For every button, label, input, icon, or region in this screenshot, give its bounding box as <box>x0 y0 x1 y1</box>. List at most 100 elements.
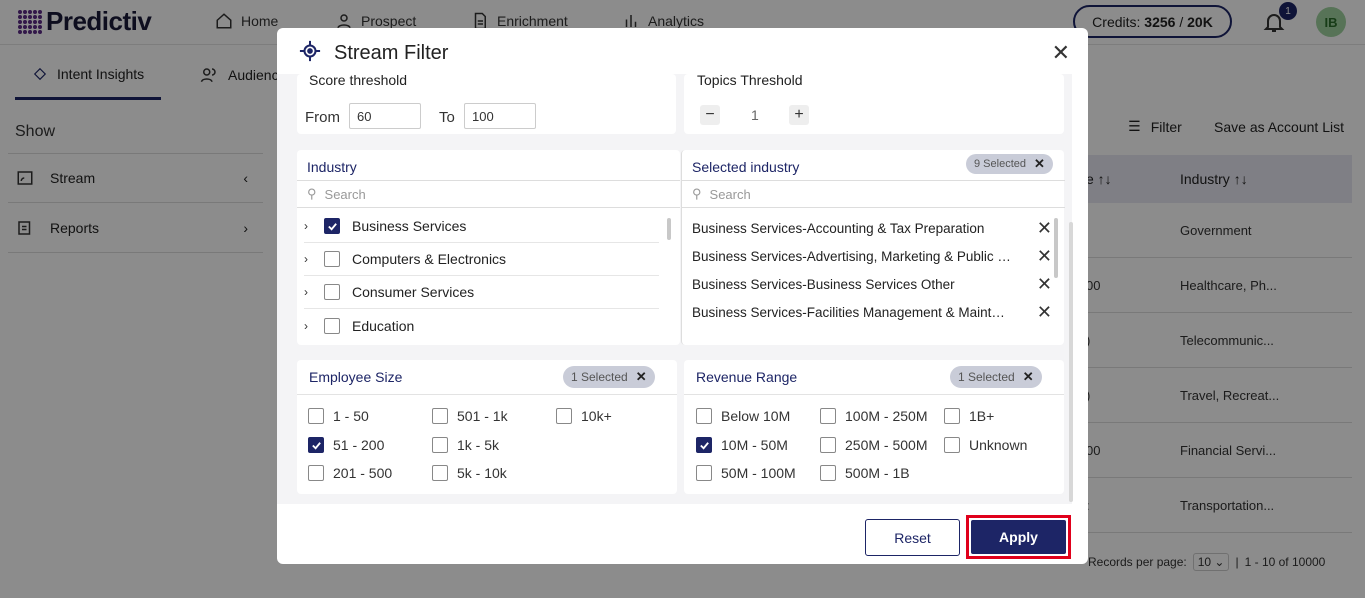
from-label: From <box>305 109 340 126</box>
selected-industry-label: Business Services-Business Services Othe… <box>692 276 955 292</box>
selected-industry-label: Business Services-Accounting & Tax Prepa… <box>692 220 985 236</box>
employee-selected-text: 1 Selected <box>571 370 628 384</box>
employee-size-card: Employee Size 1 Selected ✕ 1 - 50 501 - … <box>297 360 677 494</box>
chevron-right-icon[interactable]: › <box>304 285 324 299</box>
option-label: Unknown <box>969 437 1028 453</box>
checkbox[interactable] <box>944 408 960 424</box>
checkbox-checked[interactable] <box>696 437 712 453</box>
selected-industry-item: Business Services-Business Services Othe… <box>692 270 1052 298</box>
score-to-input[interactable]: 100 <box>464 103 536 129</box>
remove-icon[interactable]: ✕ <box>1037 218 1052 239</box>
checkbox[interactable] <box>308 465 324 481</box>
revenue-option[interactable]: 500M - 1B <box>820 465 910 481</box>
chevron-right-icon[interactable]: › <box>304 219 324 233</box>
selected-count-badge: 9 Selected ✕ <box>966 154 1053 174</box>
checkbox[interactable] <box>696 465 712 481</box>
divider <box>684 394 1064 395</box>
revenue-option[interactable]: 50M - 100M <box>696 465 796 481</box>
option-label: 1B+ <box>969 408 995 424</box>
reset-button[interactable]: Reset <box>865 519 960 556</box>
industry-item-label: Computers & Electronics <box>352 251 507 267</box>
remove-icon[interactable]: ✕ <box>1037 246 1052 267</box>
option-label: 5k - 10k <box>457 465 507 481</box>
industry-item[interactable]: › Business Services <box>304 210 659 243</box>
chevron-right-icon[interactable]: › <box>304 252 324 266</box>
option-label: 500M - 1B <box>845 465 910 481</box>
close-icon[interactable]: ✕ <box>1052 40 1070 66</box>
checkbox[interactable] <box>432 408 448 424</box>
remove-icon[interactable]: ✕ <box>1037 274 1052 295</box>
selected-industry-item: Business Services-Advertising, Marketing… <box>692 242 1052 270</box>
selected-industry-title: Selected industry <box>692 159 800 175</box>
industry-title: Industry <box>307 159 357 175</box>
employee-option[interactable]: 1 - 50 <box>308 408 369 424</box>
topics-threshold-card: Topics Threshold − 1 + <box>684 72 1064 134</box>
revenue-selected-text: 1 Selected <box>958 370 1015 384</box>
industry-card: Industry ⚲ Search › Business Services › … <box>297 150 680 345</box>
checkbox[interactable] <box>820 465 836 481</box>
selected-search-input[interactable]: ⚲ Search <box>682 180 1065 208</box>
checkbox[interactable] <box>820 437 836 453</box>
option-label: 501 - 1k <box>457 408 508 424</box>
checkbox[interactable] <box>820 408 836 424</box>
checkbox[interactable] <box>324 251 340 267</box>
checkbox[interactable] <box>324 317 340 334</box>
option-label: 10k+ <box>581 408 612 424</box>
selected-industry-item: Business Services-Accounting & Tax Prepa… <box>692 214 1052 242</box>
score-threshold-title: Score threshold <box>309 72 408 88</box>
revenue-range-card: Revenue Range 1 Selected ✕ Below 10M 100… <box>684 360 1064 494</box>
industry-item[interactable]: › Education <box>304 309 659 342</box>
checkbox[interactable] <box>696 408 712 424</box>
checkbox-checked[interactable] <box>324 218 340 234</box>
checkbox[interactable] <box>944 437 960 453</box>
checkbox[interactable] <box>432 465 448 481</box>
employee-option[interactable]: 201 - 500 <box>308 465 392 481</box>
divider <box>297 394 677 395</box>
selected-industry-label: Business Services-Advertising, Marketing… <box>692 248 1012 264</box>
employee-option[interactable]: 51 - 200 <box>308 437 384 453</box>
revenue-option[interactable]: 100M - 250M <box>820 408 927 424</box>
decrement-button[interactable]: − <box>700 105 720 125</box>
industry-item[interactable]: › Consumer Services <box>304 276 659 309</box>
revenue-option[interactable]: 10M - 50M <box>696 437 788 453</box>
score-threshold-card: Score threshold From 60 To 100 <box>297 72 676 134</box>
revenue-selected-badge: 1 Selected ✕ <box>950 366 1042 388</box>
clear-icon[interactable]: ✕ <box>1034 156 1045 172</box>
remove-icon[interactable]: ✕ <box>1037 302 1052 323</box>
industry-item[interactable]: › Computers & Electronics <box>304 243 659 276</box>
scrollbar[interactable] <box>667 218 671 240</box>
checkbox[interactable] <box>556 408 572 424</box>
chevron-right-icon[interactable]: › <box>304 319 324 333</box>
apply-button-highlight: Apply <box>966 515 1071 559</box>
option-label: 250M - 500M <box>845 437 928 453</box>
revenue-option[interactable]: Below 10M <box>696 408 790 424</box>
modal-title: Stream Filter <box>334 42 449 64</box>
selected-search-placeholder: Search <box>709 186 751 202</box>
checkbox[interactable] <box>324 284 340 300</box>
apply-button[interactable]: Apply <box>971 520 1066 554</box>
scrollbar[interactable] <box>1054 218 1058 278</box>
option-label: 10M - 50M <box>721 437 788 453</box>
employee-size-title: Employee Size <box>309 369 403 385</box>
option-label: 201 - 500 <box>333 465 393 481</box>
revenue-option[interactable]: 1B+ <box>944 408 994 424</box>
clear-icon[interactable]: ✕ <box>636 369 647 385</box>
revenue-option[interactable]: 250M - 500M <box>820 437 927 453</box>
revenue-option[interactable]: Unknown <box>944 437 1027 453</box>
checkbox[interactable] <box>432 437 448 453</box>
increment-button[interactable]: + <box>789 105 809 125</box>
checkbox-checked[interactable] <box>308 437 324 453</box>
industry-search-placeholder: Search <box>324 186 366 202</box>
employee-option[interactable]: 10k+ <box>556 408 612 424</box>
industry-search-input[interactable]: ⚲ Search <box>297 180 680 208</box>
clear-icon[interactable]: ✕ <box>1023 369 1034 385</box>
checkbox[interactable] <box>308 408 324 424</box>
employee-selected-badge: 1 Selected ✕ <box>563 366 655 388</box>
employee-option[interactable]: 1k - 5k <box>432 437 499 453</box>
score-from-input[interactable]: 60 <box>349 103 421 129</box>
employee-option[interactable]: 5k - 10k <box>432 465 507 481</box>
modal-scrollbar[interactable] <box>1069 222 1073 502</box>
option-label: 100M - 250M <box>845 408 928 424</box>
stream-filter-modal: Stream Filter ✕ Score threshold From 60 … <box>277 28 1088 564</box>
employee-option[interactable]: 501 - 1k <box>432 408 508 424</box>
